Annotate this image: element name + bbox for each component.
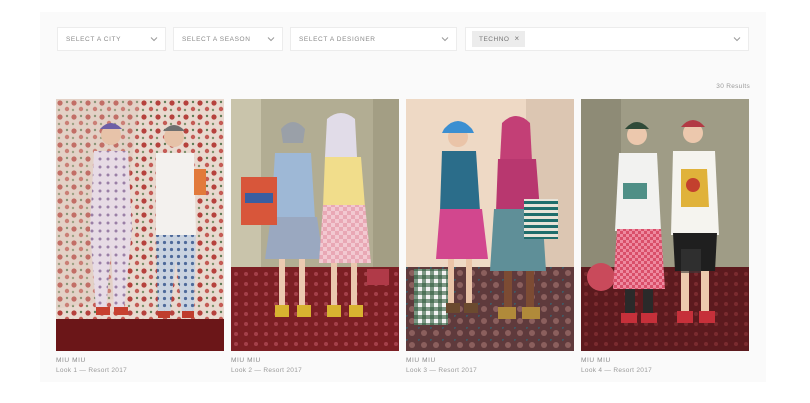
look-designer: MIU MIU bbox=[56, 357, 86, 364]
city-select[interactable]: SELECT A CITY bbox=[57, 27, 166, 51]
tag-filter-select[interactable]: TECHNO × bbox=[465, 27, 749, 51]
results-count: 30 Results bbox=[716, 83, 750, 90]
season-select[interactable]: SELECT A SEASON bbox=[173, 27, 283, 51]
look-caption: Look 4 — Resort 2017 bbox=[581, 367, 653, 374]
look-photo[interactable] bbox=[581, 99, 749, 351]
chevron-down-icon bbox=[150, 37, 158, 42]
look-card[interactable]: MIU MIU Look 2 — Resort 2017 bbox=[231, 99, 399, 374]
look-card[interactable]: MIU MIU Look 1 — Resort 2017 bbox=[56, 99, 224, 374]
active-tag-label: TECHNO bbox=[479, 35, 510, 43]
season-select-label: SELECT A SEASON bbox=[182, 35, 251, 43]
look-card[interactable]: MIU MIU Look 4 — Resort 2017 bbox=[581, 99, 749, 374]
look-photo[interactable] bbox=[56, 99, 224, 351]
look-caption: Look 2 — Resort 2017 bbox=[231, 367, 303, 374]
chevron-down-icon bbox=[441, 37, 449, 42]
look-card[interactable]: MIU MIU Look 3 — Resort 2017 bbox=[406, 99, 574, 374]
look-designer: MIU MIU bbox=[231, 357, 261, 364]
look-photo[interactable] bbox=[231, 99, 399, 351]
chevron-down-icon bbox=[267, 37, 275, 42]
designer-select-label: SELECT A DESIGNER bbox=[299, 35, 376, 43]
page-content: SELECT A CITY SELECT A SEASON SELECT A D… bbox=[40, 12, 766, 382]
active-tag-chip: TECHNO × bbox=[472, 31, 525, 47]
designer-select[interactable]: SELECT A DESIGNER bbox=[290, 27, 457, 51]
chevron-down-icon bbox=[733, 37, 741, 42]
look-caption: Look 1 — Resort 2017 bbox=[56, 367, 128, 374]
close-icon[interactable]: × bbox=[514, 35, 519, 43]
look-designer: MIU MIU bbox=[581, 357, 611, 364]
look-designer: MIU MIU bbox=[406, 357, 436, 364]
look-caption: Look 3 — Resort 2017 bbox=[406, 367, 478, 374]
city-select-label: SELECT A CITY bbox=[66, 35, 122, 43]
look-photo[interactable] bbox=[406, 99, 574, 351]
